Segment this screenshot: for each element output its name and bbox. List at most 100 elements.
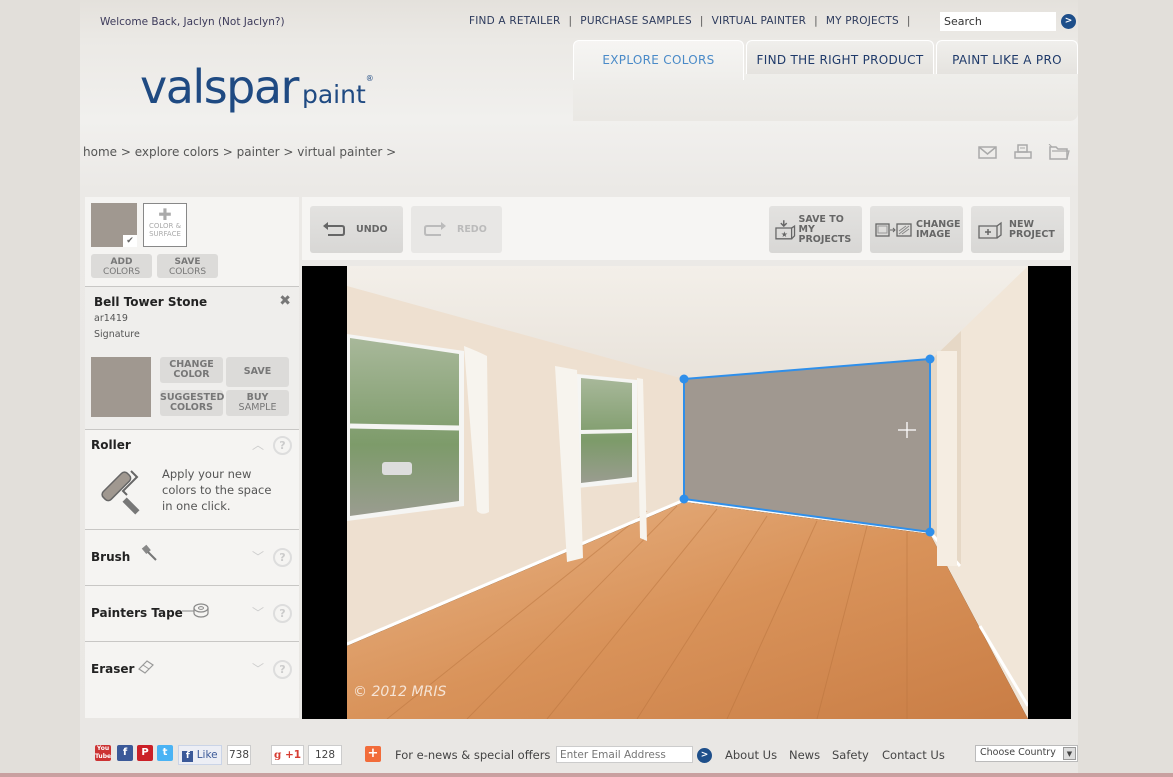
valspar-logo[interactable]: valspar paint® — [140, 60, 374, 114]
tool-roller-title: Roller — [91, 438, 131, 452]
color-name: Bell Tower Stone — [94, 295, 208, 309]
help-icon[interactable]: ? — [273, 660, 292, 679]
footer-link-contact-us[interactable]: Contact Us — [882, 748, 945, 762]
search-input[interactable] — [940, 12, 1056, 31]
email-input[interactable] — [556, 746, 693, 763]
suggested-colors-label-2: COLORS — [170, 402, 213, 413]
change-image-button[interactable]: CHANGE IMAGE — [870, 206, 963, 253]
save-projects-label-2: PROJECTS — [798, 233, 852, 245]
tape-icon — [182, 603, 209, 618]
color-surface-button[interactable]: ✚ COLOR & SURFACE — [143, 203, 187, 247]
check-icon: ✔ — [123, 235, 137, 247]
save-colors-button[interactable]: SAVE COLORS — [157, 254, 218, 278]
footer-link-about-us[interactable]: About Us — [725, 748, 777, 762]
nav-panel — [573, 73, 1078, 121]
footer-link-safety[interactable]: Safety — [832, 748, 869, 762]
logo-main: valspar — [140, 60, 299, 114]
logo-sub: paint — [301, 80, 366, 109]
room-photo[interactable]: © 2012 MRIS — [347, 266, 1028, 719]
tab-explore-colors[interactable]: EXPLORE COLORS — [573, 40, 744, 80]
separator: | — [699, 15, 704, 27]
print-icon[interactable] — [1013, 144, 1033, 160]
dropdown-arrow-icon[interactable]: ▼ — [1063, 747, 1076, 760]
add-colors-button[interactable]: ADD COLORS — [91, 254, 152, 278]
my-projects-link[interactable]: MY PROJECTS — [826, 15, 899, 27]
save-colors-label: SAVE — [174, 257, 201, 267]
tool-brush[interactable]: Brush ﹀ ? — [85, 530, 299, 585]
change-color-label-2: COLOR — [173, 369, 210, 380]
tool-painters-tape-title: Painters Tape — [91, 606, 183, 620]
close-icon[interactable]: ✖ — [279, 293, 291, 309]
country-select[interactable]: Choose Country ▼ — [975, 745, 1078, 762]
undo-label: UNDO — [356, 224, 388, 235]
purchase-samples-link[interactable]: PURCHASE SAMPLES — [580, 15, 692, 27]
selected-color-card: Bell Tower Stone ar1419 Signature ✖ CHAN… — [85, 287, 299, 429]
color-surface-label-1: COLOR & — [148, 222, 182, 230]
chevron-down-icon[interactable]: ﹀ — [252, 660, 264, 677]
change-color-button[interactable]: CHANGE COLOR — [160, 357, 223, 383]
tab-paint-like-a-pro[interactable]: PAINT LIKE A PRO — [936, 40, 1078, 74]
redo-button[interactable]: REDO — [411, 206, 502, 253]
breadcrumb[interactable]: home > explore colors > painter > virtua… — [83, 145, 396, 159]
color-swatch-selected[interactable]: ✔ — [91, 203, 137, 247]
painting-canvas[interactable]: © 2012 MRIS — [302, 266, 1071, 719]
top-links: FIND A RETAILER | PURCHASE SAMPLES | VIR… — [469, 15, 919, 27]
suggested-colors-button[interactable]: SUGGESTED COLORS — [160, 390, 224, 416]
email-submit-button[interactable]: > — [697, 748, 712, 763]
help-icon[interactable]: ? — [273, 436, 292, 455]
separator: | — [906, 15, 911, 27]
redo-label: REDO — [457, 224, 487, 235]
save-to-my-projects-button[interactable]: ★ SAVE TO MY PROJECTS — [769, 206, 862, 253]
new-project-icon — [978, 221, 1002, 239]
country-select-value: Choose Country — [980, 747, 1056, 758]
add-colors-label: ADD — [110, 257, 133, 267]
help-icon[interactable]: ? — [273, 548, 292, 567]
tool-brush-title: Brush — [91, 550, 131, 564]
undo-button[interactable]: UNDO — [310, 206, 403, 253]
folder-icon[interactable] — [1048, 143, 1070, 160]
save-projects-label: SAVE TO MY — [798, 213, 844, 235]
redo-icon — [424, 221, 446, 236]
svg-text:★: ★ — [781, 229, 788, 238]
utility-icons — [978, 143, 1070, 160]
tab-find-right-product[interactable]: FIND THE RIGHT PRODUCT — [746, 40, 934, 74]
change-image-icon — [875, 222, 912, 237]
color-swatch-large — [91, 357, 151, 417]
help-icon[interactable]: ? — [273, 604, 292, 623]
save-project-icon: ★ — [775, 219, 796, 239]
room-scene — [347, 266, 1028, 719]
color-surface-label-2: SURFACE — [149, 230, 181, 238]
footer-link-news[interactable]: News — [789, 748, 820, 762]
color-tools-panel: ✔ ✚ COLOR & SURFACE ADD COLORS SAVE COLORS… — [85, 197, 299, 718]
add-colors-label-2: COLORS — [102, 267, 141, 277]
virtual-painter-link[interactable]: VIRTUAL PAINTER — [712, 15, 806, 27]
email-icon[interactable] — [978, 144, 998, 160]
separator: | — [568, 15, 573, 27]
tool-painters-tape[interactable]: Painters Tape ﹀ ? — [85, 586, 299, 641]
save-color-button[interactable]: SAVE — [226, 357, 289, 387]
tool-roller[interactable]: Roller ︿ ? Apply your new colors to the … — [85, 430, 299, 529]
paint-roller-icon — [101, 470, 140, 515]
eraser-icon — [138, 660, 154, 674]
chevron-down-icon[interactable]: ﹀ — [252, 548, 264, 565]
new-project-button[interactable]: NEW PROJECT — [971, 206, 1064, 253]
separator: | — [814, 15, 818, 27]
color-line: Signature — [94, 329, 140, 340]
undo-icon — [323, 221, 345, 236]
buy-sample-button[interactable]: BUY SAMPLE — [226, 390, 289, 416]
buy-sample-label-2: SAMPLE — [238, 402, 277, 413]
chevron-up-icon[interactable]: ︿ — [252, 436, 264, 453]
new-project-label-2: PROJECT — [1009, 228, 1055, 240]
watermark: © 2012 MRIS — [353, 684, 447, 700]
save-colors-label-2: COLORS — [168, 267, 207, 277]
logo-registered: ® — [365, 74, 374, 83]
painter-toolbar: UNDO REDO ★ SAVE TO MY PROJECTS CHANGE IMA… — [302, 197, 1070, 260]
search-go-button[interactable]: > — [1061, 14, 1076, 29]
enews-label: For e-news & special offers — [395, 748, 551, 762]
brush-icon — [141, 544, 157, 561]
roller-description: Apply your new colors to the space in on… — [162, 467, 272, 513]
welcome-message[interactable]: Welcome Back, Jaclyn (Not Jaclyn?) — [100, 16, 285, 28]
tool-eraser[interactable]: Eraser ﹀ ? — [85, 642, 299, 702]
chevron-down-icon[interactable]: ﹀ — [252, 604, 264, 621]
find-retailer-link[interactable]: FIND A RETAILER — [469, 15, 561, 27]
